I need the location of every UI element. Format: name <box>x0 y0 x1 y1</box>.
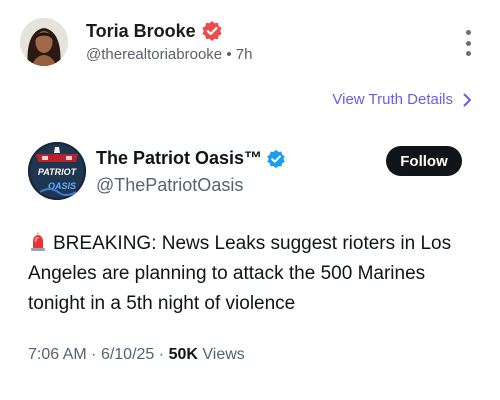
truth-post: Toria Brooke @therealtoriabrooke • 7h Vi… <box>0 0 500 400</box>
author-name[interactable]: Toria Brooke <box>86 21 196 42</box>
tweet-time[interactable]: 7:06 AM <box>28 346 87 363</box>
tweet-author-name[interactable]: The Patriot Oasis™ <box>96 148 262 169</box>
view-truth-details-link[interactable]: View Truth Details <box>332 91 472 108</box>
avatar-text-top: PATRIOT <box>38 167 78 177</box>
tweet-date[interactable]: 6/10/25 <box>101 346 154 363</box>
verified-badge-icon <box>201 20 223 42</box>
tweet-name-row: The Patriot Oasis™ <box>96 148 286 169</box>
footer-dot: · <box>158 346 165 363</box>
view-truth-details-label: View Truth Details <box>332 91 453 108</box>
tweet-header: PATRIOT OASIS The Patriot Oasis™ @ThePat… <box>28 142 472 202</box>
post-time: 7h <box>235 46 253 63</box>
author-meta: @therealtoriabrooke • 7h <box>86 46 252 63</box>
author-handle[interactable]: @therealtoriabrooke <box>86 46 222 63</box>
verified-badge-icon <box>266 149 286 169</box>
more-vertical-icon[interactable] <box>462 30 474 56</box>
tweet-text: BREAKING: News Leaks suggest rioters in … <box>28 229 478 319</box>
views-label: Views <box>202 346 245 363</box>
footer-dot: · <box>91 346 97 363</box>
chevron-right-icon <box>463 93 471 106</box>
tweet-body: BREAKING: News Leaks suggest rioters in … <box>28 233 452 314</box>
avatar[interactable] <box>20 18 68 66</box>
views-count: 50K <box>168 346 198 363</box>
post-header: Toria Brooke @therealtoriabrooke • 7h <box>20 16 480 72</box>
siren-icon <box>28 232 48 252</box>
tweet-avatar[interactable]: PATRIOT OASIS <box>28 142 86 200</box>
meta-separator: • <box>226 46 232 63</box>
tweet-footer: 7:06 AM · 6/10/25 · 50K Views <box>28 346 245 364</box>
tweet-author-handle[interactable]: @ThePatriotOasis <box>96 175 243 196</box>
follow-button[interactable]: Follow <box>386 146 462 176</box>
author-name-row: Toria Brooke <box>86 20 223 42</box>
